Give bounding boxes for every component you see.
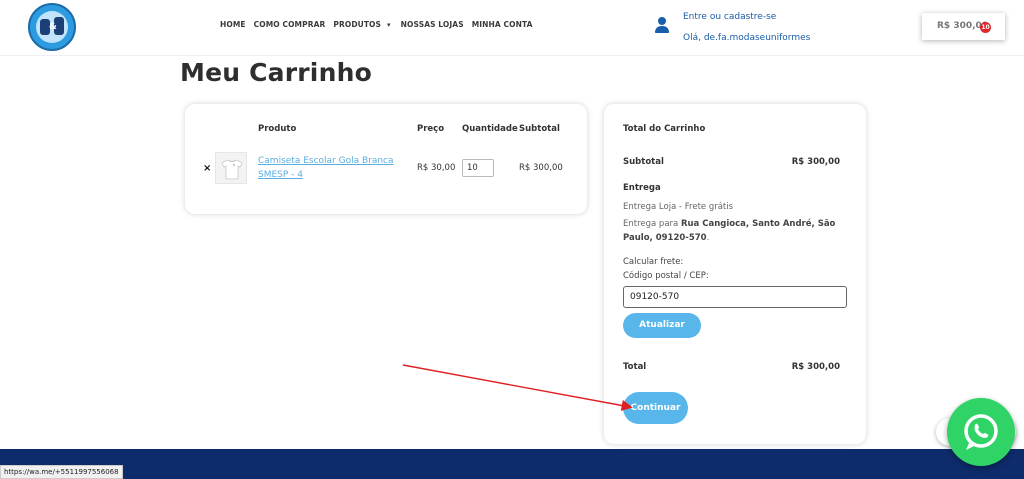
nav-como-comprar[interactable]: COMO COMPRAR	[254, 20, 326, 29]
product-link[interactable]: Camiseta Escolar Gola Branca SMESP - 4	[258, 154, 398, 182]
cart-count-badge: 10	[980, 22, 991, 33]
shipping-to-prefix: Entrega para	[623, 219, 681, 229]
chevron-down-icon[interactable]: ▾	[387, 21, 391, 29]
shipping-label: Entrega	[623, 183, 661, 193]
tshirt-icon	[221, 159, 243, 180]
annotation-arrow	[402, 364, 633, 411]
column-header-subtotal: Subtotal	[519, 124, 560, 134]
column-header-quantity: Quantidade	[462, 124, 518, 134]
store-logo[interactable]: &	[28, 3, 76, 51]
subtotal-value: R$ 300,00	[791, 157, 840, 167]
product-thumbnail[interactable]	[215, 152, 247, 184]
user-greeting-link[interactable]: Olá, de.fa.modaseuniformes	[683, 33, 810, 43]
cart-totals: Total do Carrinho Subtotal R$ 300,00 Ent…	[604, 104, 866, 444]
subtotal-label: Subtotal	[623, 157, 664, 167]
postal-code-input[interactable]: 09120-570	[623, 286, 847, 308]
login-link[interactable]: Entre ou cadastre-se	[683, 12, 776, 22]
postal-code-label: Código postal / CEP:	[623, 271, 709, 281]
footer-bar	[0, 449, 1024, 479]
user-icon[interactable]	[655, 17, 669, 33]
cart-table: Produto Preço Quantidade Subtotal × Cami…	[185, 104, 587, 214]
whatsapp-button[interactable]	[947, 398, 1015, 466]
total-label: Total	[623, 362, 647, 372]
site-header: & HOME COMO COMPRAR PRODUTOS ▾ NOSSAS LO…	[0, 0, 1024, 56]
totals-title: Total do Carrinho	[623, 124, 706, 134]
nav-nossas-lojas[interactable]: NOSSAS LOJAS	[401, 20, 464, 29]
nav-home[interactable]: HOME	[220, 20, 246, 29]
quantity-input[interactable]: 10	[462, 159, 494, 177]
main-nav: HOME COMO COMPRAR PRODUTOS ▾ NOSSAS LOJA…	[220, 20, 541, 29]
header-cart-button[interactable]: R$ 300,00 10	[922, 13, 1005, 40]
column-header-price: Preço	[417, 124, 445, 134]
page-title: Meu Carrinho	[180, 58, 372, 87]
shipping-method: Entrega Loja - Frete grátis	[623, 202, 734, 212]
total-value: R$ 300,00	[791, 362, 840, 372]
calc-shipping-label[interactable]: Calcular frete:	[623, 257, 683, 267]
whatsapp-icon	[964, 414, 998, 450]
nav-produtos[interactable]: PRODUTOS	[333, 20, 381, 29]
status-bar-url: https://wa.me/+5511997556068	[0, 465, 123, 479]
continue-button[interactable]: Continuar	[623, 392, 688, 424]
shipping-destination: Entrega para Rua Cangioca, Santo André, …	[623, 219, 836, 243]
item-subtotal: R$ 300,00	[519, 163, 563, 173]
update-button[interactable]: Atualizar	[623, 313, 701, 338]
column-header-product: Produto	[258, 124, 297, 134]
item-price: R$ 30,00	[417, 163, 456, 173]
nav-minha-conta[interactable]: MINHA CONTA	[472, 20, 533, 29]
remove-item-button[interactable]: ×	[203, 163, 211, 174]
